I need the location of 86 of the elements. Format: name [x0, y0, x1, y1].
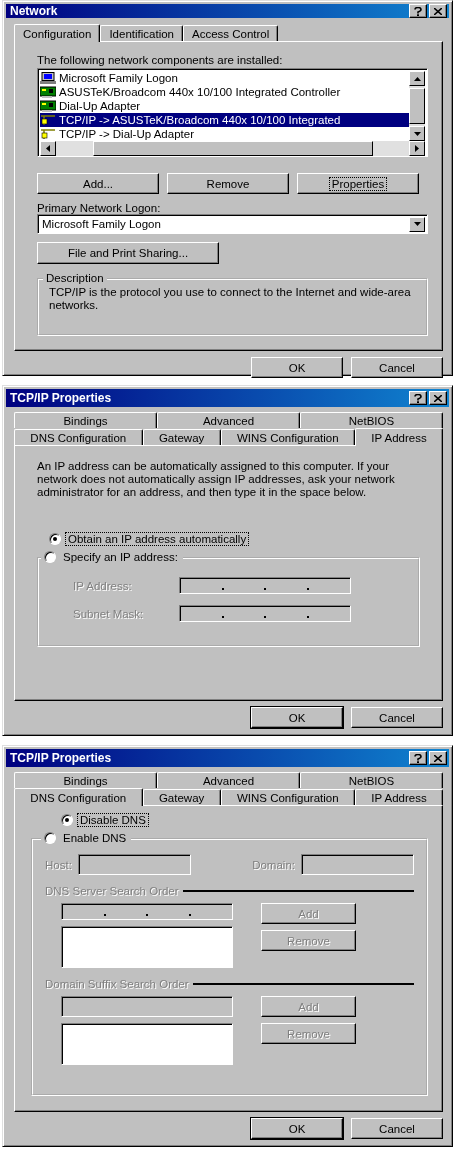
left-arrow-icon [46, 145, 50, 152]
field-label: Host: [45, 858, 72, 871]
tab[interactable]: Bindings [14, 412, 157, 428]
order-list[interactable] [61, 926, 233, 968]
tab[interactable]: Access Control [183, 25, 279, 41]
dialog-button[interactable]: OK [251, 357, 343, 378]
list-item[interactable]: TCP/IP -> ASUSTeK/Broadcom 440x 10/100 Integrated [40, 113, 409, 127]
dialog-button[interactable]: Cancel [351, 707, 443, 728]
list-item[interactable]: Dial-Up Adapter [40, 99, 409, 113]
tab[interactable]: NetBIOS [300, 412, 443, 428]
field-label: Domain: [252, 858, 295, 871]
ip-address-field[interactable] [179, 605, 351, 622]
help-icon [414, 393, 422, 403]
close-button[interactable] [429, 751, 447, 765]
text-field[interactable] [301, 854, 414, 875]
help-button[interactable] [409, 4, 427, 18]
list-item[interactable]: TCP/IP -> Dial-Up Adapter [40, 127, 409, 141]
section-label: DNS Server Search Order [45, 885, 179, 897]
up-arrow-icon [413, 76, 421, 81]
field-label: Subnet Mask: [73, 607, 145, 620]
radio-button[interactable] [61, 814, 73, 826]
description-text: TCP/IP is the protocol you use to connect to the Internet and wide-area networks. [49, 286, 412, 312]
tab[interactable]: IP Address [354, 428, 443, 446]
component-list[interactable]: Microsoft Family Logon ASUSTeK/Broadcom 440x 10/100 Integrated Controller Dial-Up Adapter TCP/IP -> ASUSTeK/Broadcom 440x 10/100 Integrated TCP/IP -> Dial-Up Adapter [37, 68, 428, 157]
action-button[interactable]: Add... [37, 173, 159, 194]
help-icon [414, 6, 422, 16]
ip-address-field[interactable] [61, 903, 233, 920]
help-icon [414, 753, 422, 763]
tab[interactable]: Gateway [142, 429, 221, 445]
horizontal-scrollbar[interactable] [40, 141, 425, 156]
radio-label[interactable]: Obtain an IP address automatically [66, 533, 249, 545]
tab[interactable]: Advanced [157, 412, 300, 428]
sharing-button[interactable]: File and Print Sharing... [37, 242, 219, 264]
network-card-icon [40, 100, 56, 112]
vertical-scrollbar[interactable] [409, 71, 425, 141]
intro-text: An IP address can be automatically assigned to this computer. If your network does not automatically assign IP addresses, ask your network administrator for an address, and then type it in the space below. [37, 460, 396, 499]
dialog-button[interactable]: OK [251, 1118, 343, 1139]
down-arrow-icon [413, 131, 421, 136]
dialog-button[interactable]: OK [251, 707, 343, 728]
ip-address-field[interactable] [179, 577, 351, 594]
logon-label: Primary Network Logon: [37, 202, 162, 214]
window-title: Network [10, 4, 59, 18]
close-icon [434, 754, 442, 762]
tab[interactable]: DNS Configuration [14, 788, 143, 806]
tab[interactable]: Configuration [14, 24, 101, 42]
tab[interactable]: NetBIOS [300, 772, 443, 788]
radio-label[interactable]: Disable DNS [78, 814, 148, 826]
radio-button[interactable] [49, 533, 61, 545]
dialog-button[interactable]: Cancel [351, 357, 443, 378]
logon-dropdown[interactable]: Microsoft Family Logon [37, 214, 428, 234]
suffix-field[interactable] [61, 996, 233, 1017]
tab[interactable]: WINS Configuration [220, 429, 355, 445]
close-icon [434, 394, 442, 402]
computer-icon [40, 72, 56, 84]
tab[interactable]: WINS Configuration [220, 789, 355, 805]
help-button[interactable] [409, 391, 427, 405]
window-title: TCP/IP Properties [10, 391, 113, 405]
tab[interactable]: IP Address [354, 789, 443, 805]
dropdown-arrow-icon [413, 222, 421, 226]
tab[interactable]: Gateway [142, 789, 221, 805]
help-button[interactable] [409, 751, 427, 765]
group-legend: Description [46, 272, 104, 284]
radio-button[interactable] [44, 832, 56, 844]
tab[interactable]: Identification [100, 25, 183, 41]
field-label: IP Address: [73, 579, 133, 592]
tab[interactable]: DNS Configuration [14, 429, 143, 445]
radio-button[interactable] [44, 551, 56, 563]
dialog-button[interactable]: Cancel [351, 1118, 443, 1139]
tab[interactable]: Bindings [14, 772, 157, 788]
close-button[interactable] [429, 4, 447, 18]
tab[interactable]: Advanced [157, 772, 300, 788]
action-button[interactable]: Remove [167, 173, 289, 194]
network-card-icon [40, 86, 56, 98]
section-label: Domain Suffix Search Order [45, 978, 189, 990]
list-item[interactable]: Microsoft Family Logon [40, 71, 409, 85]
action-button[interactable]: Properties [297, 173, 419, 194]
close-icon [434, 7, 442, 15]
order-list[interactable] [61, 1023, 233, 1065]
window-title: TCP/IP Properties [10, 751, 113, 765]
right-arrow-icon [415, 145, 419, 152]
network-cable-icon [40, 128, 56, 140]
list-label: The following network components are installed: [37, 54, 284, 66]
list-item[interactable]: ASUSTeK/Broadcom 440x 10/100 Integrated Controller [40, 85, 409, 99]
close-button[interactable] [429, 391, 447, 405]
text-field[interactable] [77, 854, 191, 875]
network-cable-icon [40, 114, 56, 126]
